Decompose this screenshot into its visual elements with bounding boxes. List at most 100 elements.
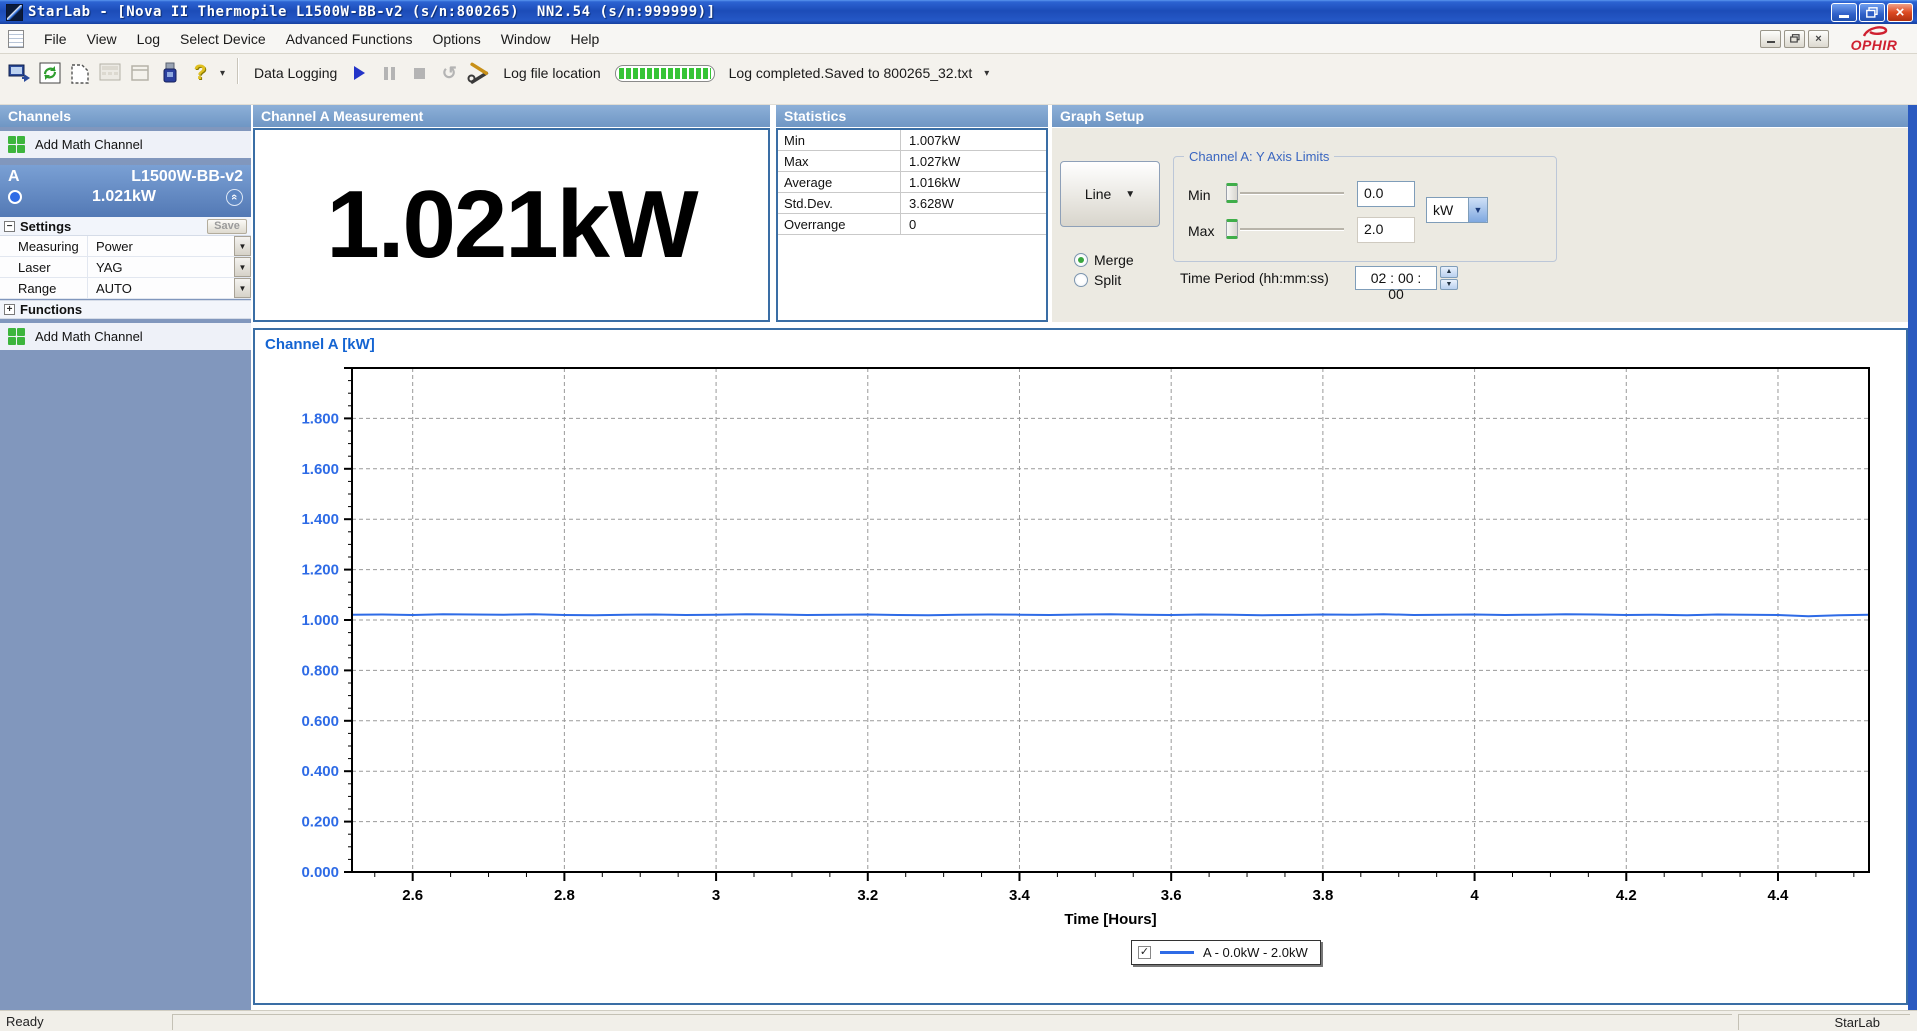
stop-log-button: [405, 60, 433, 87]
minimize-button[interactable]: [1831, 2, 1857, 22]
channel-device-name: L1500W-BB-v2: [131, 168, 243, 185]
select-device-button[interactable]: [6, 60, 34, 87]
max-slider[interactable]: [1226, 219, 1344, 239]
channel-a-item[interactable]: A L1500W-BB-v2 1.021kW «: [0, 165, 251, 217]
document-icon: [8, 29, 24, 48]
chevron-down-icon[interactable]: ▼: [234, 257, 251, 277]
toolbar-overflow-icon[interactable]: ▾: [220, 68, 225, 79]
help-icon: ?: [193, 61, 207, 84]
statistics-table: Min 1.007kW Max 1.027kW Average 1.016kW Std.De…: [778, 130, 1046, 235]
svg-text:1.200: 1.200: [301, 562, 339, 579]
usb-connect-button[interactable]: [156, 60, 184, 87]
expand-box-icon[interactable]: +: [4, 304, 15, 315]
graph-type-dropdown[interactable]: Line ▼: [1060, 161, 1160, 227]
legend-label: A - 0.0kW - 2.0kW: [1203, 945, 1308, 960]
settings-section-header[interactable]: − Settings Save: [0, 217, 251, 236]
pause-log-button: [375, 60, 403, 87]
svg-text:0.200: 0.200: [301, 814, 339, 831]
unit-dropdown[interactable]: kW ▼: [1426, 197, 1488, 223]
svg-text:1.800: 1.800: [301, 410, 339, 427]
mdi-restore-icon: [1789, 34, 1800, 43]
svg-text:4: 4: [1470, 887, 1479, 904]
time-period-spinner[interactable]: ▲ ▼: [1440, 266, 1458, 290]
start-log-button[interactable]: [345, 60, 373, 87]
log-progress-bar: [614, 64, 715, 82]
save-button[interactable]: Save: [207, 218, 247, 234]
stat-value: 3.628W: [909, 196, 954, 211]
status-text: Ready: [6, 1014, 44, 1029]
title-bar: StarLab - [Nova II Thermopile L1500W-BB-…: [0, 0, 1917, 24]
chart-plot[interactable]: 2.6 2.8 3 3.2 3.4 3.6 3.8 4 4.2 4.4 0.000 0.200 0.40…: [255, 330, 1906, 1003]
mdi-minimize-button[interactable]: [1760, 29, 1781, 48]
starlab-window: StarLab - [Nova II Thermopile L1500W-BB-…: [0, 0, 1917, 1031]
measurement-panel-header: Channel A Measurement: [253, 105, 770, 127]
add-math-channel-button-2[interactable]: Add Math Channel: [0, 323, 251, 350]
menu-options[interactable]: Options: [422, 26, 490, 52]
mdi-restore-button[interactable]: [1784, 29, 1805, 48]
min-slider[interactable]: [1226, 183, 1344, 203]
split-radio[interactable]: Split: [1074, 272, 1121, 288]
close-icon: ×: [1895, 3, 1905, 21]
help-button[interactable]: ?: [186, 60, 214, 87]
spinner-up-icon[interactable]: ▲: [1440, 266, 1458, 278]
restore-button[interactable]: [1859, 2, 1885, 22]
min-label: Min: [1188, 187, 1211, 203]
menu-bar: File View Log Select Device Advanced Functio…: [0, 24, 1917, 54]
svg-text:3: 3: [712, 887, 720, 904]
radio-checked-icon: [1074, 253, 1088, 267]
add-math-channel-button[interactable]: Add Math Channel: [0, 131, 251, 158]
stat-label: Overrange: [778, 214, 901, 234]
log-toolbar-overflow-icon[interactable]: ▾: [984, 68, 989, 79]
chevron-down-icon[interactable]: ▼: [1468, 198, 1487, 222]
window-frame-edge: [1908, 105, 1917, 1010]
channels-panel: Channels Add Math Channel A L1500W-BB-v2…: [0, 105, 251, 1010]
spinner-down-icon[interactable]: ▼: [1440, 278, 1458, 290]
functions-section-header[interactable]: + Functions: [0, 300, 251, 319]
statistics-panel: Statistics Min 1.007kW Max 1.027kW Average 1.…: [776, 105, 1048, 322]
devices-icon: [8, 64, 30, 82]
min-slider-thumb[interactable]: [1226, 183, 1238, 203]
merge-radio[interactable]: Merge: [1074, 252, 1134, 268]
log-settings-button[interactable]: [465, 60, 493, 87]
svg-text:1.600: 1.600: [301, 461, 339, 478]
close-button[interactable]: ×: [1887, 2, 1913, 22]
y-max-input[interactable]: 2.0: [1357, 217, 1415, 243]
menu-view[interactable]: View: [77, 26, 127, 52]
time-period-input[interactable]: 02 : 00 : 00: [1355, 266, 1437, 302]
y-min-input[interactable]: 0.0: [1357, 181, 1415, 207]
status-bar: Ready StarLab: [0, 1010, 1917, 1031]
chevron-down-icon[interactable]: ▼: [234, 236, 251, 256]
collapse-channel-button[interactable]: «: [226, 188, 243, 206]
svg-text:1.000: 1.000: [301, 612, 339, 629]
setting-row-laser: Laser YAG ▼: [0, 257, 251, 278]
calculator-button-disabled: [96, 60, 124, 87]
graph-setup-panel: Graph Setup Line ▼ Channel A: Y Axis Lim…: [1052, 105, 1908, 322]
stat-value: 1.027kW: [909, 154, 961, 169]
menu-help[interactable]: Help: [561, 26, 610, 52]
stat-value: 1.007kW: [909, 133, 961, 148]
mdi-close-button[interactable]: ×: [1808, 29, 1829, 48]
chevron-down-icon[interactable]: ▼: [234, 278, 251, 298]
mdi-close-icon: ×: [1815, 32, 1822, 45]
restart-devices-button[interactable]: [36, 60, 64, 87]
statistics-row: Min 1.007kW: [778, 130, 1046, 151]
menu-file[interactable]: File: [34, 26, 77, 52]
channel-value: 1.021kW: [91, 188, 157, 205]
max-slider-thumb[interactable]: [1226, 219, 1238, 239]
menu-advanced-functions[interactable]: Advanced Functions: [276, 26, 423, 52]
tools-icon: [467, 62, 489, 84]
status-app-name: StarLab: [1738, 1014, 1910, 1030]
time-period-label: Time Period (hh:mm:ss): [1180, 270, 1329, 286]
legend-checkbox[interactable]: ✓: [1138, 946, 1151, 959]
collapse-box-icon[interactable]: −: [4, 220, 15, 232]
reset-log-button: ↺: [435, 60, 463, 87]
ophir-logo: OPHIR: [1841, 25, 1911, 52]
ophir-logo-text: OPHIR: [1850, 37, 1898, 53]
chevron-up-icon: «: [228, 193, 241, 201]
new-log-button[interactable]: [66, 60, 94, 87]
svg-text:3.4: 3.4: [1009, 887, 1031, 904]
menu-select-device[interactable]: Select Device: [170, 26, 276, 52]
menu-log[interactable]: Log: [127, 26, 170, 52]
refresh-icon: [39, 62, 61, 84]
menu-window[interactable]: Window: [491, 26, 561, 52]
